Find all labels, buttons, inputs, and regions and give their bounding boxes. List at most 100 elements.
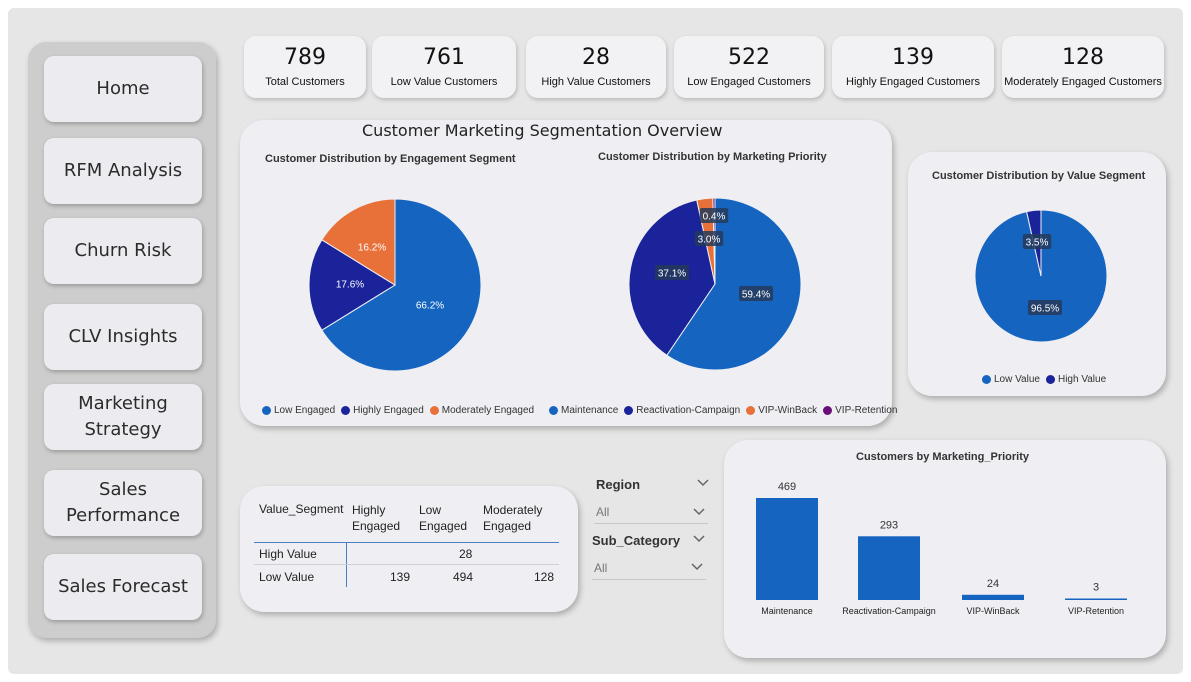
matrix-header-line: Moderately — [483, 503, 543, 517]
legend-dot — [1045, 375, 1055, 384]
chevron-down-icon[interactable] — [696, 478, 710, 488]
matrix-header-line: Engaged — [352, 519, 401, 533]
legend-dot — [982, 375, 991, 384]
bar-category-label: VIP-Retention — [1068, 606, 1124, 616]
kpi-total-customers: 789 Total Customers — [244, 36, 366, 98]
nav-sales-performance-label-line2: Performance — [65, 505, 181, 526]
chevron-down-icon[interactable] — [692, 534, 706, 544]
bar[interactable] — [858, 536, 920, 600]
matrix-header-highly-engaged: Highly Engaged — [352, 502, 400, 534]
region-slicer-title: Region — [596, 477, 641, 492]
kpi-highly-engaged-customers: 139 Highly Engaged Customers — [832, 36, 994, 98]
matrix-row-label: Low Value — [259, 570, 315, 584]
nav-sales-performance[interactable]: Sales Performance — [44, 470, 202, 536]
region-slicer-underline — [594, 523, 708, 524]
legend-label: VIP-WinBack — [758, 405, 818, 416]
nav-churn-risk-label: Churn Risk — [74, 240, 172, 261]
legend-label: Moderately Engaged — [441, 405, 535, 416]
nav-home[interactable]: Home — [44, 56, 202, 122]
bar[interactable] — [1065, 598, 1127, 601]
pie-data-label: 37.1% — [655, 265, 689, 280]
bar-category-label: VIP-WinBack — [966, 606, 1020, 616]
pie-label-text: 66.2% — [416, 301, 444, 312]
nav-marketing-strategy-label-line2: Strategy — [84, 419, 162, 440]
overview-title: Customer Marketing Segmentation Overview — [362, 121, 723, 140]
subcategory-slicer-value[interactable]: All — [594, 561, 607, 575]
matrix-row-divider — [346, 543, 347, 587]
kpi-low-value-customers: 761 Low Value Customers — [372, 36, 516, 98]
sidebar: Home RFM Analysis Churn Risk CLV Insight… — [28, 42, 216, 638]
region-slicer-value[interactable]: All — [596, 505, 609, 519]
engagement-pie-legend: Low Engaged Highly Engaged Moderately En… — [262, 405, 534, 416]
nav-rfm-analysis[interactable]: RFM Analysis — [44, 138, 202, 204]
legend-label: Low Value — [994, 374, 1040, 385]
priority-pie-title: Customer Distribution by Marketing Prior… — [598, 151, 827, 163]
legend-item: VIP-Retention — [823, 405, 897, 416]
legend-label: High Value — [1057, 374, 1107, 385]
value-pie-chart: 96.5% 3.5% — [974, 209, 1108, 343]
legend-item: Highly Engaged — [341, 405, 424, 416]
bar-category-label: Reactivation-Campaign — [842, 606, 936, 616]
bar-value-label: 3 — [1093, 582, 1099, 594]
pie-data-label: 3.5% — [1022, 234, 1052, 249]
kpi-label: High Value Customers — [541, 76, 651, 88]
priority-pie-chart: 59.4% 37.1% 3.0% 0.4% — [628, 197, 802, 371]
matrix-header-moderately-engaged: Moderately Engaged — [483, 502, 542, 534]
kpi-value: 139 — [892, 45, 934, 70]
chevron-down-icon[interactable] — [692, 507, 706, 517]
legend-item: Moderately Engaged — [429, 405, 535, 416]
bar-chart: 469 Maintenance 293 Reactivation-Campaign 24… — [756, 481, 1127, 616]
pie-label-text: 0.4% — [703, 212, 726, 223]
nav-marketing-strategy[interactable]: Marketing Strategy — [44, 384, 202, 450]
nav-rfm-analysis-label: RFM Analysis — [63, 160, 183, 181]
kpi-moderately-engaged-customers: 128 Moderately Engaged Customers — [1002, 36, 1164, 98]
nav-sales-forecast[interactable]: Sales Forecast — [44, 554, 202, 620]
kpi-value: 28 — [582, 45, 610, 70]
legend-dot — [823, 406, 833, 415]
legend-dot — [429, 406, 439, 415]
pie-data-label: 96.5% — [1028, 300, 1062, 315]
pie-data-label: 17.6% — [336, 280, 364, 291]
matrix-row-label: High Value — [259, 547, 317, 561]
legend-dot — [262, 406, 271, 415]
subcategory-slicer-title: Sub_Category — [592, 533, 681, 548]
nav-churn-risk[interactable]: Churn Risk — [44, 218, 202, 284]
pie-data-label: 0.4% — [699, 208, 729, 223]
matrix-cell-highly: 139 — [390, 570, 411, 584]
pie-data-label: 16.2% — [358, 243, 386, 254]
pie-data-label: 3.0% — [694, 231, 724, 246]
pie-label-text: 96.5% — [1031, 304, 1059, 315]
matrix-cell-low: 494 — [453, 570, 474, 584]
engagement-pie-title: Customer Distribution by Engagement Segm… — [265, 153, 516, 165]
matrix-row-separator — [254, 564, 559, 565]
kpi-value: 128 — [1062, 45, 1104, 70]
bar-value-label: 24 — [987, 578, 999, 590]
bar-chart-title: Customers by Marketing_Priority — [856, 451, 1029, 463]
legend-dot — [549, 406, 558, 415]
chevron-down-icon[interactable] — [690, 562, 704, 572]
pie-label-text: 17.6% — [336, 280, 364, 291]
kpi-low-engaged-customers: 522 Low Engaged Customers — [674, 36, 824, 98]
kpi-high-value-customers: 28 High Value Customers — [526, 36, 666, 98]
pie-label-text: 16.2% — [358, 243, 386, 254]
nav-clv-insights[interactable]: CLV Insights — [44, 304, 202, 370]
legend-item: Maintenance — [549, 405, 618, 416]
matrix-cell-low: 28 — [459, 547, 473, 561]
kpi-label: Highly Engaged Customers — [846, 76, 980, 88]
kpi-label: Low Value Customers — [390, 76, 498, 88]
legend-item: Low Engaged — [262, 405, 335, 416]
matrix-header-line: Engaged — [483, 519, 532, 533]
nav-clv-insights-label: CLV Insights — [68, 326, 178, 347]
matrix-header-line: Engaged — [419, 519, 468, 533]
bar[interactable] — [962, 594, 1024, 600]
nav-sales-performance-label-line1: Sales — [99, 479, 147, 500]
bar[interactable] — [756, 498, 818, 600]
kpi-label: Total Customers — [265, 76, 345, 88]
value-pie-title: Customer Distribution by Value Segment — [932, 170, 1146, 182]
pie-label-text: 37.1% — [658, 269, 686, 280]
pie-data-label: 66.2% — [416, 301, 444, 312]
matrix-header-line: Low — [419, 503, 442, 517]
priority-pie-legend: Maintenance Reactivation-Campaign VIP-Wi… — [549, 405, 897, 416]
bar-value-label: 293 — [880, 519, 898, 531]
legend-label: VIP-Retention — [835, 405, 898, 416]
